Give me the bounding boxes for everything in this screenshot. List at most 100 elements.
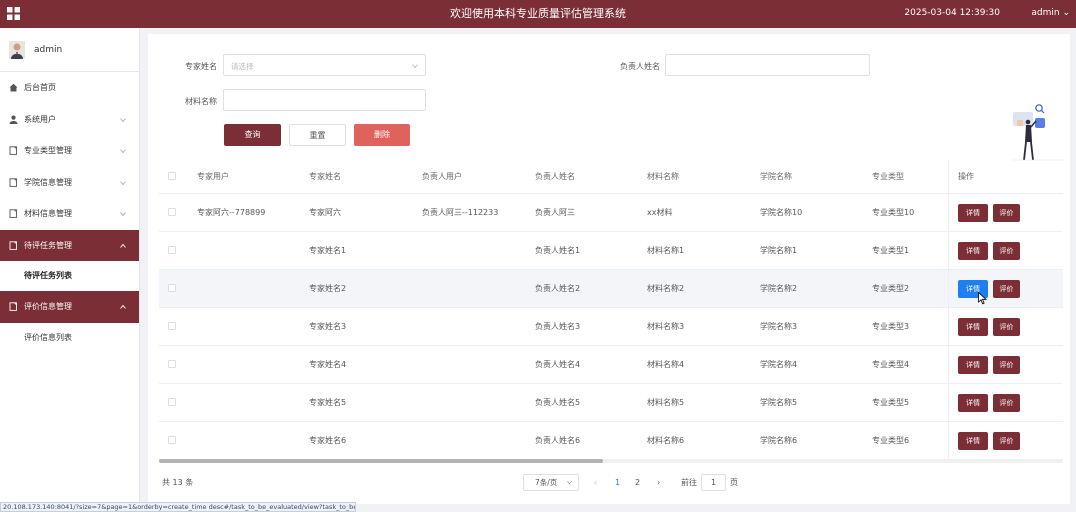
browser-status-url: 20.108.173.140:8041/?size=7&page=1&order… (0, 502, 356, 512)
expert-select-placeholder: 请选择 (231, 62, 254, 71)
sidebar-item-2[interactable]: 专业类型管理 (0, 135, 139, 167)
detail-button[interactable]: 详情 (958, 394, 988, 412)
page-unit-label: 页 (730, 478, 738, 487)
sidebar-item-label: 系统用户 (24, 114, 56, 124)
prev-page-icon[interactable]: ‹ (594, 474, 597, 491)
row-checkbox[interactable] (168, 360, 176, 368)
sidebar-nav: 后台首页系统用户专业类型管理学院信息管理 材料信息管理 待评任务管理 待评任务列表 评价… (0, 72, 139, 353)
chevron-down-icon (412, 64, 418, 69)
sidebar-item-3[interactable]: 学院信息管理 (0, 167, 139, 199)
delete-button[interactable]: 删除 (354, 124, 410, 146)
table-cell: 负责人阿三--112233 (422, 208, 499, 217)
table-row: 专家姓名3 负责人姓名3 材料名称3 学院名称3 专业类型3 详情 评价 (159, 308, 1063, 346)
detail-button[interactable]: 详情 (958, 432, 988, 450)
column-header: 学院名称 (760, 172, 792, 181)
row-checkbox[interactable] (168, 284, 176, 292)
query-button[interactable]: 查询 (224, 124, 281, 146)
chevron-down-icon (120, 149, 126, 154)
table-cell: 负责人姓名3 (535, 322, 581, 331)
table-row: 专家姓名6 负责人姓名6 材料名称6 学院名称6 专业类型6 详情 评价 (159, 422, 1063, 460)
evaluate-button[interactable]: 评价 (993, 242, 1020, 260)
evaluate-button[interactable]: 评价 (993, 432, 1020, 450)
detail-button[interactable]: 详情 (958, 242, 988, 260)
table-cell: 专业类型3 (872, 322, 910, 331)
table-cell: 学院名称3 (760, 322, 798, 331)
table-row: 专家阿六--778899 专家阿六 负责人阿三--112233 负责人阿三 xx材料 学院… (159, 194, 1063, 232)
current-datetime: 2025-03-04 12:39:30 (904, 8, 1000, 18)
doc-icon (9, 177, 17, 187)
evaluate-button[interactable]: 评价 (993, 394, 1020, 412)
operation-cell: 详情 评价 (948, 422, 1063, 459)
sidebar-subitem-6[interactable]: 待评任务列表 (0, 261, 139, 291)
evaluate-button[interactable]: 评价 (993, 204, 1020, 222)
sidebar-item-label: 后台首页 (24, 83, 56, 92)
sidebar-item-1[interactable]: 系统用户 (0, 104, 139, 136)
evaluate-button[interactable]: 评价 (993, 356, 1020, 374)
table-cell: 材料名称5 (647, 398, 685, 407)
table-cell: 材料名称6 (647, 436, 685, 445)
expert-name-select[interactable]: 请选择 (223, 54, 426, 76)
main-panel: 专家姓名 请选择 负责人姓名 材料名称 查询 重置 删除 专家用户 专家姓名 负责人… (148, 34, 1070, 504)
expert-name-label: 专家姓名 (185, 62, 217, 71)
chevron-up-icon (120, 304, 126, 309)
evaluate-button[interactable]: 评价 (993, 280, 1020, 298)
leader-name-label: 负责人姓名 (620, 62, 660, 71)
row-checkbox[interactable] (168, 322, 176, 330)
table-cell: 专家姓名3 (309, 322, 347, 331)
doc-icon (9, 146, 17, 155)
sidebar-username: admin (34, 45, 63, 55)
chevron-down-icon: ⌄ (1062, 8, 1070, 18)
avatar (9, 41, 25, 59)
page-size-select[interactable]: 7条/页 (523, 474, 579, 491)
next-page-icon[interactable]: › (657, 474, 660, 491)
person-illustration (1013, 104, 1063, 161)
table-row: 专家姓名4 负责人姓名4 材料名称4 学院名称4 专业类型4 详情 评价 (159, 346, 1063, 384)
row-checkbox[interactable] (168, 246, 176, 254)
detail-button[interactable]: 详情 (958, 204, 988, 222)
table-horizontal-scrollbar[interactable] (159, 459, 1063, 463)
table-cell: 专家姓名4 (309, 360, 347, 369)
column-header: 负责人姓名 (535, 172, 575, 181)
leader-name-input[interactable] (665, 54, 870, 76)
detail-button[interactable]: 详情 (958, 356, 988, 374)
admin-menu[interactable]: admin ⌄ (1031, 0, 1070, 27)
table-row: 专家姓名5 负责人姓名5 材料名称5 学院名称5 专业类型5 详情 评价 (159, 384, 1063, 422)
row-checkbox[interactable] (168, 436, 176, 444)
table-cell: 学院名称6 (760, 436, 798, 445)
table-cell: 负责人姓名6 (535, 436, 581, 445)
table-cell: 专家姓名6 (309, 436, 347, 445)
sidebar-subitem-8[interactable]: 评价信息列表 (0, 323, 139, 353)
table-cell: 学院名称10 (760, 208, 803, 217)
operation-column-header: 操作 (948, 160, 1063, 193)
table-cell: xx材料 (647, 208, 673, 217)
reset-button[interactable]: 重置 (289, 124, 346, 146)
chevron-up-icon (120, 243, 126, 248)
goto-page-input[interactable]: 1 (701, 474, 726, 491)
sidebar-item-4[interactable]: 材料信息管理 (0, 198, 139, 230)
table-cell: 学院名称5 (760, 398, 798, 407)
page-1[interactable]: 1 (615, 474, 620, 491)
page-2[interactable]: 2 (635, 474, 640, 491)
sidebar-item-7[interactable]: 评价信息管理 (0, 291, 139, 323)
sidebar-item-label: 专业类型管理 (24, 146, 72, 155)
table-cell: 材料名称2 (647, 284, 685, 293)
material-name-input[interactable] (223, 89, 426, 111)
table-cell: 专家姓名5 (309, 398, 347, 407)
table-cell: 学院名称1 (760, 246, 798, 255)
scrollbar-thumb[interactable] (159, 459, 603, 463)
mouse-cursor-icon (978, 292, 987, 305)
table-cell: 学院名称2 (760, 284, 798, 293)
select-all-checkbox[interactable] (168, 172, 176, 180)
row-checkbox[interactable] (168, 208, 176, 216)
detail-button[interactable]: 详情 (958, 318, 988, 336)
sidebar-item-5[interactable]: 待评任务管理 (0, 229, 139, 261)
operation-cell: 详情 评价 (948, 194, 1063, 231)
chevron-down-icon (120, 212, 126, 217)
row-checkbox[interactable] (168, 398, 176, 406)
table-cell: 专家阿六 (309, 208, 341, 217)
sidebar-item-0[interactable]: 后台首页 (0, 72, 139, 104)
operation-cell: 详情 评价 (948, 346, 1063, 383)
table-cell: 专家姓名1 (309, 246, 347, 255)
evaluate-button[interactable]: 评价 (993, 318, 1020, 336)
table-cell: 学院名称4 (760, 360, 798, 369)
